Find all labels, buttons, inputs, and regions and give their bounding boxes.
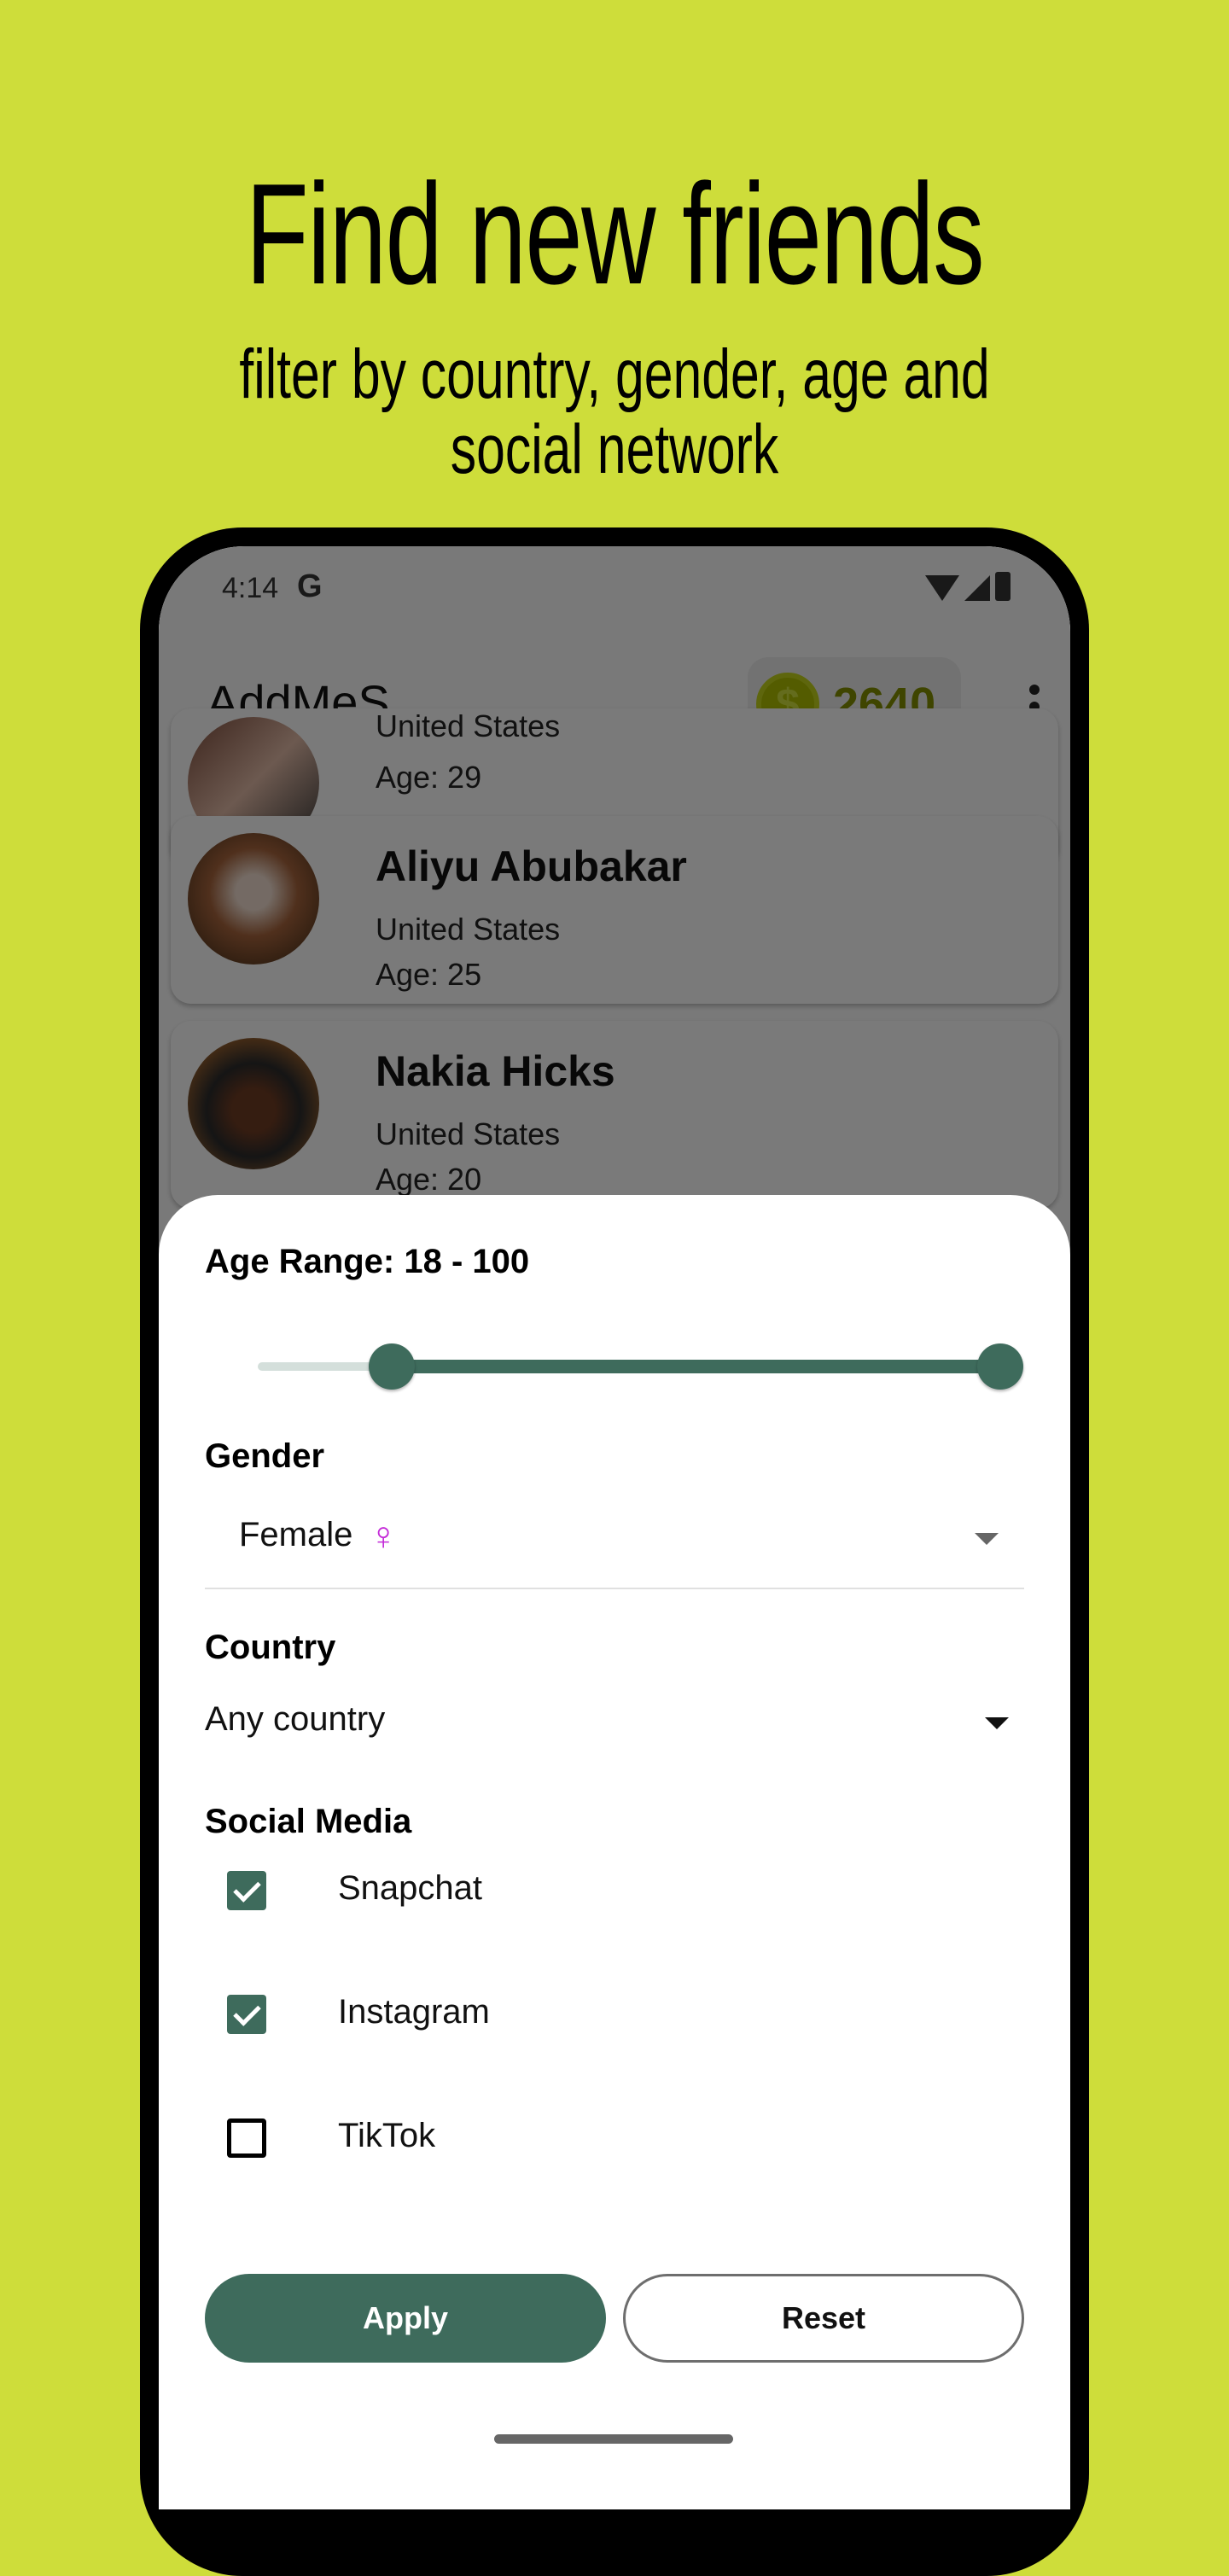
checkbox-label: Instagram [338,1993,490,2031]
age-slider-max-thumb[interactable] [977,1343,1023,1390]
checkbox-instagram[interactable]: Instagram [227,1988,739,2039]
apply-button[interactable]: Apply [205,2274,606,2363]
gender-value: Female [239,1516,353,1553]
hero-title: Find new friends [245,154,985,314]
checkbox-snapchat[interactable]: Snapchat [227,1864,739,1915]
home-indicator[interactable] [494,2434,733,2444]
social-media-label: Social Media [205,1803,412,1840]
checkbox-icon[interactable] [227,2118,266,2158]
female-symbol-icon: ♀ [369,1513,399,1558]
gender-dropdown[interactable]: Female ♀ [205,1502,1024,1589]
checkbox-label: Snapchat [338,1869,483,1907]
checkbox-icon[interactable] [227,1995,266,2034]
checkbox-tiktok[interactable]: TikTok [227,2112,739,2163]
dropdown-arrow-icon [975,1533,999,1545]
country-dropdown[interactable]: Any country [205,1692,1024,1760]
checkbox-label: TikTok [338,2117,436,2154]
phone-screen: 4:14 G AddMeS $ 2640 United States Age: … [159,546,1070,2509]
dropdown-arrow-icon [985,1717,1009,1729]
hero-subtitle: filter by country, gender, age and socia… [239,335,990,488]
gender-label: Gender [205,1437,325,1475]
age-slider-min-thumb[interactable] [368,1343,415,1390]
age-range-label: Age Range: 18 - 100 [205,1243,530,1280]
reset-button[interactable]: Reset [623,2274,1024,2363]
country-label: Country [205,1629,336,1666]
age-slider-active-range [391,1360,1000,1373]
country-value: Any country [205,1700,386,1738]
filter-bottom-sheet: Age Range: 18 - 100 Gender Female ♀ Coun… [159,1195,1070,2509]
checkbox-icon[interactable] [227,1871,266,1910]
